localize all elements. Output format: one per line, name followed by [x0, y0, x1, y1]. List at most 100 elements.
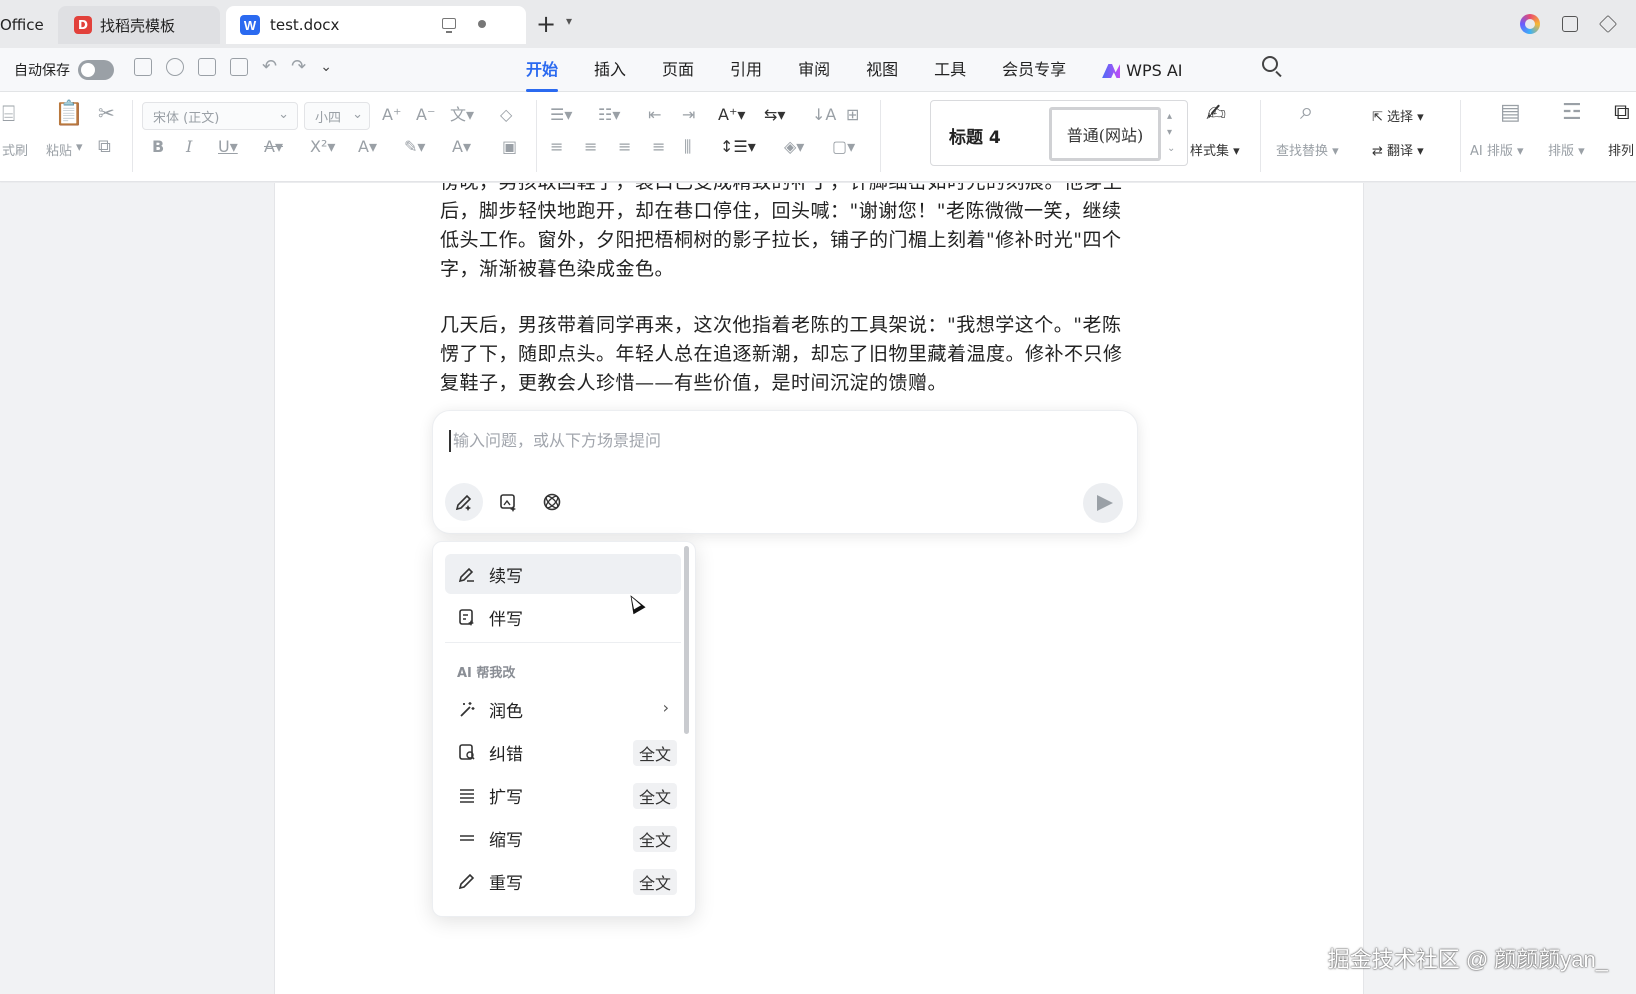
phonetic-guide-icon[interactable]: 文▾ [450, 106, 474, 124]
window-restore-icon[interactable] [1562, 16, 1578, 32]
grow-font-icon[interactable]: A⁺ [382, 106, 401, 124]
find-replace-label[interactable]: 查找替换 ▾ [1276, 140, 1339, 159]
align-center-icon[interactable]: ≡ [584, 138, 597, 156]
font-color-icon[interactable]: A▾ [452, 138, 471, 156]
layout-icon[interactable]: ☲ [1562, 102, 1582, 124]
tab-tools[interactable]: 工具 [916, 58, 984, 84]
show-marks-icon[interactable]: ⊞ [846, 106, 859, 124]
shrink-font-icon[interactable]: A⁻ [416, 106, 435, 124]
bold-icon[interactable]: B [152, 138, 164, 156]
export-icon[interactable] [166, 58, 184, 76]
chevron-down-icon[interactable]: ▾ [76, 140, 83, 155]
style-set-label[interactable]: 样式集 ▾ [1190, 140, 1240, 159]
paragraph-1[interactable]: 傍晚，男孩取回鞋子，裂口已变成精致的补丁，针脚细密如时光的刻痕。他穿上 后，脚步… [440, 183, 1200, 284]
tab-view[interactable]: 视图 [848, 58, 916, 84]
copilot-icon[interactable] [1520, 14, 1540, 34]
sort-icon[interactable]: ↓A [812, 106, 836, 124]
font-name-select[interactable]: 宋体 (正文) ⌄ [142, 102, 298, 130]
ai-write-tool-icon[interactable] [445, 483, 483, 521]
increase-indent-icon[interactable]: ⇥ [682, 106, 695, 124]
superscript-icon[interactable]: X²▾ [310, 138, 335, 156]
font-size-select[interactable]: 小四 ⌄ [304, 102, 370, 130]
justify-icon[interactable]: ≡ [652, 138, 665, 156]
autosave-toggle[interactable] [78, 60, 114, 80]
menu-item-rewrite[interactable]: 重写 全文 [445, 861, 681, 901]
select-button[interactable]: ⇱ 选择 ▾ [1372, 106, 1424, 125]
print-preview-icon[interactable] [230, 58, 248, 76]
paste-label[interactable]: 粘贴 [46, 140, 72, 159]
ai-prompt-input[interactable]: 输入问题，或从下方场景提问 [449, 430, 661, 452]
style-set-icon[interactable]: ✍ [1206, 101, 1226, 125]
ai-agent-tool-icon[interactable] [533, 483, 571, 521]
ai-image-tool-icon[interactable] [489, 483, 527, 521]
tab-find-template[interactable]: D 找稻壳模板 [58, 6, 220, 44]
char-shading-icon[interactable]: ▣ [502, 138, 517, 156]
menu-item-expand[interactable]: 扩写 全文 [445, 775, 681, 815]
strikethrough-icon[interactable]: A▾ [264, 138, 283, 156]
scrollbar[interactable] [684, 546, 689, 734]
highlight-icon[interactable]: ✎▾ [404, 138, 425, 156]
ai-prompt-box[interactable]: 输入问题，或从下方场景提问 [432, 410, 1138, 534]
menu-item-shorten[interactable]: 缩写 全文 [445, 818, 681, 858]
tab-home[interactable]: 开始 [508, 58, 576, 92]
line-spacing-icon[interactable]: ↕☰▾ [720, 138, 756, 156]
style-heading-4[interactable]: 标题 4 [949, 123, 1001, 148]
new-tab-plus-icon[interactable]: + [536, 10, 556, 38]
autosave-toggle-group[interactable]: 自动保存 [14, 60, 114, 80]
ai-layout-label[interactable]: AI 排版 ▾ [1470, 140, 1524, 159]
numbered-list-icon[interactable]: ☷▾ [598, 106, 620, 124]
cut-icon[interactable]: ✂ [98, 103, 115, 123]
bullet-list-icon[interactable]: ☰▾ [550, 106, 572, 124]
underline-icon[interactable]: U▾ [218, 138, 238, 156]
translate-button[interactable]: ⇄ 翻译 ▾ [1372, 140, 1424, 159]
ai-layout-icon[interactable]: ▤ [1500, 102, 1521, 124]
text-direction-icon[interactable]: A⁺▾ [718, 106, 745, 124]
tab-member[interactable]: 会员专享 [984, 58, 1084, 84]
border-icon[interactable]: ▢▾ [832, 138, 855, 156]
full-text-badge[interactable]: 全文 [632, 783, 677, 809]
tab-insert[interactable]: 插入 [576, 58, 644, 84]
chevron-down-icon[interactable]: ▾ [566, 14, 572, 28]
align-left-icon[interactable]: ≡ [550, 138, 563, 156]
menu-item-continue-write[interactable]: 续写 [445, 554, 681, 594]
find-replace-icon[interactable]: ⌕ [1300, 99, 1313, 123]
save-icon[interactable] [134, 58, 152, 76]
format-painter-icon[interactable]: ⌸ [2, 104, 15, 126]
swap-icon[interactable]: ⇆▾ [764, 106, 785, 124]
format-painter-label[interactable]: 式刷 [2, 140, 28, 159]
decrease-indent-icon[interactable]: ⇤ [648, 106, 661, 124]
menu-item-polish[interactable]: 润色 › [445, 689, 681, 729]
redo-icon[interactable]: ↷ [291, 58, 306, 76]
full-text-badge[interactable]: 全文 [632, 740, 677, 766]
style-normal-web[interactable]: 普通(网站) [1049, 107, 1161, 161]
clear-format-icon[interactable]: ◇ [500, 106, 512, 124]
monitor-icon[interactable] [442, 18, 456, 33]
arrange-label[interactable]: 排列 [1608, 140, 1634, 159]
tab-review[interactable]: 审阅 [780, 58, 848, 84]
copy-icon[interactable]: ⧉ [98, 138, 111, 156]
layout-label[interactable]: 排版 ▾ [1548, 140, 1585, 159]
tab-references[interactable]: 引用 [712, 58, 780, 84]
full-text-badge[interactable]: 全文 [632, 826, 677, 852]
shading-icon[interactable]: ◈▾ [784, 138, 804, 156]
align-right-icon[interactable]: ≡ [618, 138, 631, 156]
tab-wps-ai[interactable]: WPS AI [1084, 58, 1200, 84]
menu-item-co-write[interactable]: 伴写 [445, 597, 681, 637]
style-scroll-arrows-icon[interactable]: ▴ ▾ ⌄ [1167, 109, 1175, 157]
tab-office[interactable]: Office [0, 6, 52, 44]
tab-document[interactable]: W test.docx [226, 6, 526, 44]
send-button[interactable] [1083, 483, 1123, 523]
cube-icon[interactable] [1598, 14, 1618, 34]
undo-icon[interactable]: ↶ [262, 58, 277, 76]
print-icon[interactable] [198, 58, 216, 76]
full-text-badge[interactable]: 全文 [632, 869, 677, 895]
menu-item-proofread[interactable]: 纠错 全文 [445, 732, 681, 772]
search-icon[interactable] [1262, 56, 1278, 72]
tab-page[interactable]: 页面 [644, 58, 712, 84]
text-effect-icon[interactable]: A▾ [358, 138, 377, 156]
arrange-icon[interactable]: ⧉ [1614, 102, 1630, 124]
chevron-down-icon[interactable]: ⌄ [320, 58, 332, 76]
distribute-icon[interactable]: ⫼ [684, 138, 691, 156]
paragraph-2[interactable]: 几天后，男孩带着同学再来，这次他指着老陈的工具架说："我想学这个。"老陈 愣了下… [440, 311, 1200, 398]
italic-icon[interactable]: I [186, 138, 192, 156]
